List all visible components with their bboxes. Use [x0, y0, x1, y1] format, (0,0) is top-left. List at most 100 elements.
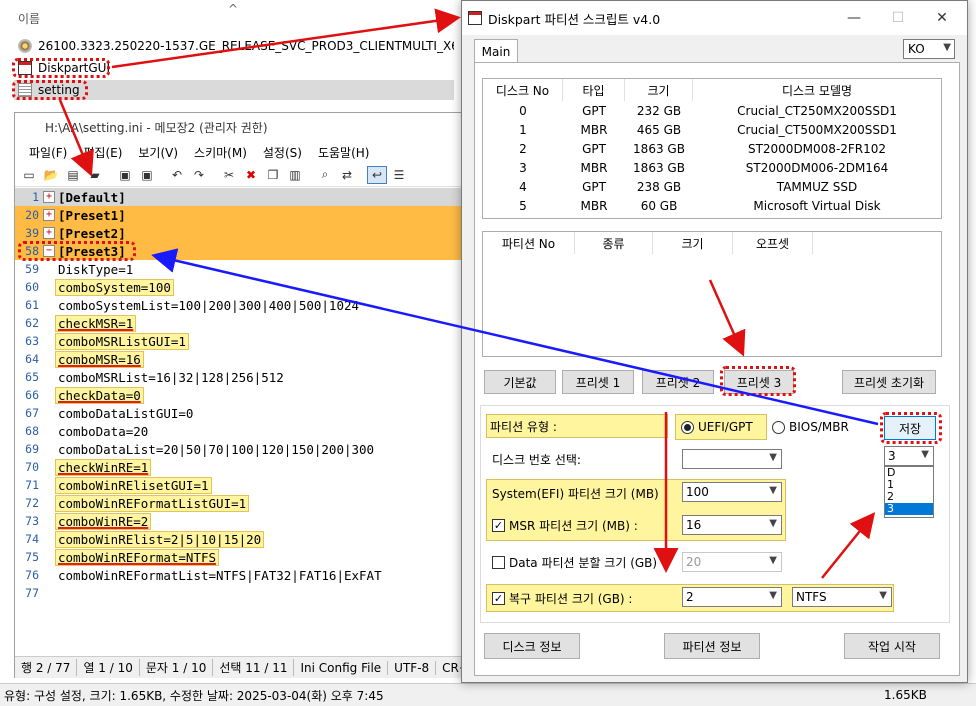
annotation-box-diskpartgui	[12, 58, 110, 78]
data-checkbox[interactable]: Data 파티션 분할 크기 (GB)	[492, 554, 657, 571]
editor-line[interactable]: 76 comboWinREFormatList=NTFS|FAT32|FAT16|…	[15, 566, 471, 584]
editor-line[interactable]: 66 checkData=0	[15, 386, 471, 404]
preset-1-button[interactable]: 프리셋 1	[562, 370, 634, 394]
table-row[interactable]: 5 MBR 60 GB Microsoft Virtual Disk	[483, 196, 941, 215]
word-wrap-icon[interactable]: ↩	[367, 165, 387, 184]
editor-line[interactable]: 39 + [Preset2]	[15, 224, 471, 242]
editor-line[interactable]: 61 comboSystemList=100|200|300|400|500|10…	[15, 296, 471, 314]
close-icon[interactable]: ✕	[922, 7, 962, 29]
table-cell: 5	[519, 198, 527, 213]
editor-line[interactable]: 65 comboMSRList=16|32|128|256|512	[15, 368, 471, 386]
column-header[interactable]: 크기	[625, 79, 693, 101]
minimize-icon[interactable]: —	[834, 7, 874, 29]
save-icon[interactable]: ▣	[115, 166, 135, 184]
paste-icon[interactable]: ▥	[285, 166, 305, 184]
recovery-size-select[interactable]: 2 ▼	[682, 587, 782, 607]
table-cell: 465 GB	[636, 122, 682, 137]
column-header[interactable]: 타입	[563, 79, 625, 101]
table-cell: MBR	[580, 198, 608, 213]
new-file-icon[interactable]: ▭	[19, 166, 39, 184]
table-row[interactable]: 3 MBR 1863 GB ST2000DM006-2DM164	[483, 158, 941, 177]
menu-edit[interactable]: 편집(E)	[75, 144, 130, 161]
partition-table-header: 파티션 No 종류 크기 오프셋	[483, 232, 941, 254]
cut-icon[interactable]: ✂	[219, 166, 239, 184]
preset-2-button[interactable]: 프리셋 2	[642, 370, 714, 394]
save-as-icon[interactable]: ▣	[137, 166, 157, 184]
name-column-header[interactable]: 이름	[18, 10, 40, 27]
editor-line[interactable]: 70 checkWinRE=1	[15, 458, 471, 476]
fold-expand-icon[interactable]: +	[43, 227, 55, 239]
menu-settings[interactable]: 설정(S)	[255, 144, 310, 161]
editor-line[interactable]: 72 comboWinREFormatListGUI=1	[15, 494, 471, 512]
menu-file[interactable]: 파일(F)	[21, 144, 75, 161]
column-header[interactable]: 종류	[575, 232, 653, 254]
editor-line[interactable]: 77	[15, 584, 471, 602]
tab-main[interactable]: Main	[474, 39, 518, 63]
column-header[interactable]: 파티션 No	[483, 232, 575, 254]
efi-size-select[interactable]: 100 ▼	[682, 482, 782, 502]
browse-icon[interactable]: ▤	[63, 166, 83, 184]
more-menu-icon[interactable]: ☰	[389, 166, 409, 184]
editor-line[interactable]: 69 comboDataList=20|50|70|100|120|150|200…	[15, 440, 471, 458]
disk-info-button[interactable]: 디스크 정보	[484, 633, 580, 659]
partition-table[interactable]: 파티션 No 종류 크기 오프셋	[482, 231, 942, 357]
notepad-titlebar[interactable]: H:\AA\setting.ini - 메모장2 (관리자 권한)	[15, 113, 469, 141]
menu-scheme[interactable]: 스키마(M)	[186, 144, 255, 161]
fold-expand-icon[interactable]: +	[43, 191, 55, 203]
redo-icon[interactable]: ↷	[189, 166, 209, 184]
msr-size-select[interactable]: 16 ▼	[682, 515, 782, 535]
status-scheme[interactable]: Ini Config File	[294, 660, 389, 675]
editor-line[interactable]: 74 comboWinRElist=2|5|10|15|20	[15, 530, 471, 548]
editor-line[interactable]: 1 + [Default]	[15, 188, 471, 206]
editor-line[interactable]: 68 comboData=20	[15, 422, 471, 440]
default-button[interactable]: 기본값	[484, 370, 556, 394]
editor-line[interactable]: 20 + [Preset1]	[15, 206, 471, 224]
bios-radio[interactable]: BIOS/MBR	[772, 420, 849, 434]
editor-line[interactable]: 67 comboDataListGUI=0	[15, 404, 471, 422]
editor-line[interactable]: 75 comboWinREFormat=NTFS	[15, 548, 471, 566]
language-select[interactable]: KO ▼	[903, 39, 955, 59]
column-header[interactable]: 디스크 모델명	[693, 79, 941, 101]
editor-line[interactable]: 62 checkMSR=1	[15, 314, 471, 332]
table-row[interactable]: 4 GPT 238 GB TAMMUZ SSD	[483, 177, 941, 196]
disk-number-select[interactable]: ▼	[682, 449, 782, 469]
table-cell: TAMMUZ SSD	[776, 179, 858, 194]
line-number: 63	[25, 334, 39, 348]
uefi-radio[interactable]: UEFI/GPT	[681, 420, 753, 434]
preset-option-selected[interactable]: 3	[885, 503, 933, 515]
recovery-format-select[interactable]: NTFS ▼	[792, 587, 892, 607]
status-encoding[interactable]: UTF-8	[388, 660, 437, 675]
table-row[interactable]: 1 MBR 465 GB Crucial_CT500MX200SSD1	[483, 120, 941, 139]
editor-line[interactable]: 59 DiskType=1	[15, 260, 471, 278]
column-header[interactable]: 디스크 No	[483, 79, 563, 101]
undo-icon[interactable]: ↶	[167, 166, 187, 184]
file-row-iso[interactable]: 26100.3323.250220-1537.GE_RELEASE_SVC_PR…	[14, 36, 454, 56]
editor-line[interactable]: 64 comboMSR=16	[15, 350, 471, 368]
editor-line[interactable]: 63 comboMSRListGUI=1	[15, 332, 471, 350]
folder-icon[interactable]: ▰	[85, 166, 105, 184]
column-header[interactable]: 오프셋	[733, 232, 813, 254]
editor-line[interactable]: 73 comboWinRE=2	[15, 512, 471, 530]
start-job-button[interactable]: 작업 시작	[844, 633, 940, 659]
replace-icon[interactable]: ⇄	[337, 166, 357, 184]
editor-line[interactable]: 71 comboWinRElisetGUI=1	[15, 476, 471, 494]
msr-checkbox[interactable]: ✓ MSR 파티션 크기 (MB) :	[492, 517, 638, 534]
menu-view[interactable]: 보기(V)	[130, 144, 186, 161]
recovery-checkbox[interactable]: ✓ 복구 파티션 크기 (GB) :	[492, 590, 632, 607]
copy-icon[interactable]: ❐	[263, 166, 283, 184]
table-row[interactable]: 0 GPT 232 GB Crucial_CT250MX200SSD1	[483, 101, 941, 120]
delete-icon[interactable]: ✖	[241, 166, 261, 184]
preset-select[interactable]: 3 ▼	[884, 446, 934, 466]
disk-table[interactable]: 디스크 No 타입 크기 디스크 모델명 0 GPT 232 GB Crucial_C…	[482, 78, 942, 219]
data-size-select: 20 ▼	[682, 552, 782, 572]
find-icon[interactable]: ⌕	[315, 166, 335, 184]
menu-help[interactable]: 도움말(H)	[310, 144, 378, 161]
preset-reset-button[interactable]: 프리셋 초기화	[842, 370, 936, 394]
open-folder-icon[interactable]: 📂	[41, 166, 61, 184]
preset-dropdown-list[interactable]: D 1 2 3	[884, 466, 934, 518]
fold-expand-icon[interactable]: +	[43, 209, 55, 221]
editor-line[interactable]: 60 comboSystem=100	[15, 278, 471, 296]
column-header[interactable]: 크기	[653, 232, 733, 254]
table-row[interactable]: 2 GPT 1863 GB ST2000DM008-2FR102	[483, 139, 941, 158]
partition-info-button[interactable]: 파티션 정보	[664, 633, 760, 659]
